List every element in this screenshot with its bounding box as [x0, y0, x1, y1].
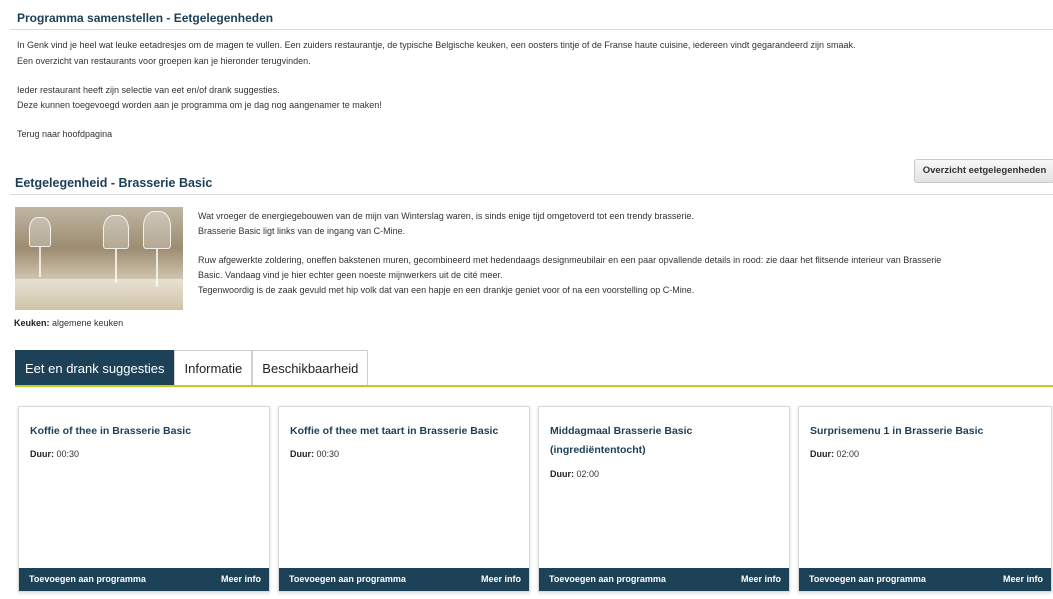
photo-stem — [156, 249, 158, 287]
intro-line-3: Ieder restaurant heeft zijn selectie van… — [17, 85, 280, 95]
duration-value: 02:00 — [576, 469, 600, 479]
tab-availability[interactable]: Beschikbaarheid — [252, 350, 369, 385]
intro-line-1: In Genk vind je heel wat leuke eetadresj… — [17, 40, 856, 50]
card-action-bar: Toevoegen aan programma Meer info — [279, 568, 529, 591]
venue-desc-line-5: Tegenwoordig is de zaak gevuld met hip v… — [198, 285, 695, 295]
suggestion-card: Koffie of thee in Brasserie Basic Duur: … — [18, 406, 270, 592]
venue-title: Eetgelegenheid - Brasserie Basic — [15, 176, 213, 190]
duration-label: Duur: — [30, 449, 54, 459]
suggestion-card: Middagmaal Brasserie Basic (ingrediënten… — [538, 406, 790, 592]
card-action-bar: Toevoegen aan programma Meer info — [539, 568, 789, 591]
card-duration: Duur: 02:00 — [550, 469, 599, 479]
add-to-program-button[interactable]: Toevoegen aan programma — [549, 574, 666, 584]
more-info-link[interactable]: Meer info — [1003, 574, 1043, 584]
title-divider — [10, 29, 1053, 30]
more-info-link[interactable]: Meer info — [221, 574, 261, 584]
suggestion-card: Surprisemenu 1 in Brasserie Basic Duur: … — [798, 406, 1052, 592]
tab-bar: Eet en drank suggesties Informatie Besch… — [15, 350, 369, 385]
kitchen-label: Keuken: — [14, 318, 50, 328]
duration-label: Duur: — [290, 449, 314, 459]
photo-stem — [115, 249, 117, 283]
card-title: Surprisemenu 1 in Brasserie Basic — [810, 425, 984, 437]
venue-desc-line-4: Basic. Vandaag vind je hier echter geen … — [198, 270, 503, 280]
add-to-program-button[interactable]: Toevoegen aan programma — [29, 574, 146, 584]
duration-label: Duur: — [550, 469, 574, 479]
tab-suggestions[interactable]: Eet en drank suggesties — [15, 350, 175, 385]
card-duration: Duur: 02:00 — [810, 449, 859, 459]
intro-line-2: Een overzicht van restaurants voor groep… — [17, 56, 311, 66]
suggestion-card: Koffie of thee met taart in Brasserie Ba… — [278, 406, 530, 592]
venue-photo — [15, 207, 183, 310]
more-info-link[interactable]: Meer info — [481, 574, 521, 584]
duration-value: 02:00 — [836, 449, 860, 459]
intro-line-4: Deze kunnen toegevoegd worden aan je pro… — [17, 100, 382, 110]
card-duration: Duur: 00:30 — [30, 449, 79, 459]
card-action-bar: Toevoegen aan programma Meer info — [799, 568, 1051, 591]
duration-value: 00:30 — [56, 449, 80, 459]
back-link[interactable]: Terug naar hoofdpagina — [17, 129, 112, 139]
card-title: Koffie of thee met taart in Brasserie Ba… — [290, 425, 499, 437]
venue-desc-line-1: Wat vroeger de energiegebouwen van de mi… — [198, 211, 694, 221]
venue-divider — [10, 194, 1053, 195]
card-action-bar: Toevoegen aan programma Meer info — [19, 568, 269, 591]
page-title: Programma samenstellen - Eetgelegenheden — [17, 11, 274, 25]
photo-stem — [39, 247, 41, 277]
card-title: Koffie of thee in Brasserie Basic — [30, 425, 192, 437]
kitchen-info: Keuken: algemene keuken — [14, 318, 123, 328]
card-title: Middagmaal Brasserie Basic (ingrediënten… — [550, 425, 693, 456]
kitchen-value: algemene keuken — [52, 318, 124, 328]
photo-glass — [143, 211, 171, 249]
add-to-program-button[interactable]: Toevoegen aan programma — [809, 574, 926, 584]
duration-value: 00:30 — [316, 449, 340, 459]
card-duration: Duur: 00:30 — [290, 449, 339, 459]
venue-desc-line-3: Ruw afgewerkte zoldering, oneffen bakste… — [198, 255, 942, 265]
more-info-link[interactable]: Meer info — [741, 574, 781, 584]
tab-information[interactable]: Informatie — [174, 350, 253, 385]
add-to-program-button[interactable]: Toevoegen aan programma — [289, 574, 406, 584]
venue-desc-line-2: Brasserie Basic ligt links van de ingang… — [198, 226, 406, 236]
overview-button[interactable]: Overzicht eetgelegenheden — [914, 159, 1053, 183]
photo-glass — [29, 217, 51, 247]
tab-underline — [15, 385, 1053, 387]
duration-label: Duur: — [810, 449, 834, 459]
photo-glass — [103, 215, 129, 249]
